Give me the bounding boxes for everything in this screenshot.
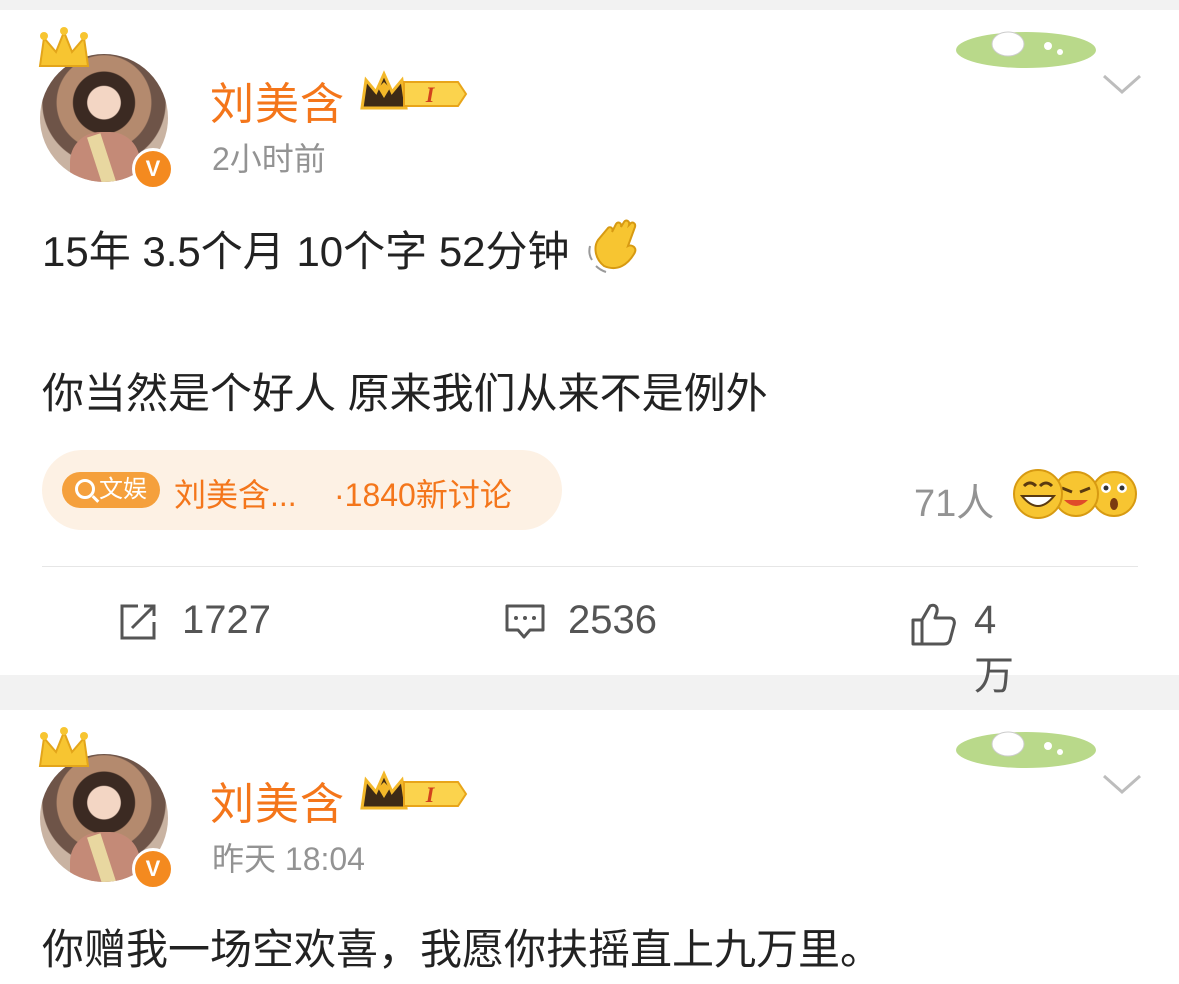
crown-icon <box>38 27 90 67</box>
crown-icon <box>38 727 90 767</box>
level-text: I <box>425 82 436 107</box>
search-icon <box>75 479 95 499</box>
repost-count: 1727 <box>182 598 271 642</box>
level-crown-badge[interactable]: I <box>358 768 470 816</box>
topic-title: 刘美含... <box>174 477 297 513</box>
avatar[interactable]: V <box>38 27 174 190</box>
topic-tag: 文娱 <box>62 472 160 508</box>
chevron-down-icon[interactable] <box>1100 70 1144 98</box>
verified-badge: V <box>132 148 174 190</box>
comment-icon <box>505 604 545 639</box>
post-card: V 刘美含 I 昨天 18:04 你赠我一场空欢喜，我愿你扶摇直上九万里。 <box>0 710 1179 984</box>
topic-link[interactable]: 文娱 刘美含... ·1840新讨论 <box>42 450 562 530</box>
decoration-icon <box>956 31 1096 68</box>
repost-icon <box>120 604 156 640</box>
reactions-count[interactable]: 71人 <box>914 472 994 527</box>
like-icon <box>911 603 956 646</box>
divider <box>42 566 1138 567</box>
post-text-line: 你当然是个好人 原来我们从来不是例外 <box>42 370 768 417</box>
post-card: V 刘美含 I 2小时前 15年 3.5个月 10个字 52分钟 你当然是个好人… <box>0 10 1179 698</box>
topic-count: ·1840新讨论 <box>334 477 512 513</box>
comment-count: 2536 <box>568 598 657 642</box>
post-text-line: 15年 3.5个月 10个字 52分钟 <box>42 216 646 279</box>
chevron-down-icon[interactable] <box>1100 770 1144 798</box>
emoji-icon[interactable] <box>1010 466 1140 522</box>
post-text: 15年 3.5个月 10个字 52分钟 <box>42 228 570 275</box>
author-name[interactable]: 刘美含 <box>210 768 345 832</box>
wave-hand-icon <box>587 219 636 273</box>
level-crown-badge[interactable]: I <box>358 68 470 116</box>
level-text: I <box>425 782 436 807</box>
avatar[interactable]: V <box>38 727 174 890</box>
weibo-feed: V 刘美含 I 2小时前 15年 3.5个月 10个字 52分钟 你当然是个好人… <box>0 0 1179 984</box>
post-time: 2小时前 <box>212 141 326 177</box>
post-time: 昨天 18:04 <box>212 841 365 877</box>
decoration-icon <box>956 731 1096 768</box>
verified-badge: V <box>132 848 174 890</box>
post-text-line: 你赠我一场空欢喜，我愿你扶摇直上九万里。 <box>42 926 883 973</box>
author-name[interactable]: 刘美含 <box>210 68 345 132</box>
like-count: 4万 <box>974 598 1014 698</box>
